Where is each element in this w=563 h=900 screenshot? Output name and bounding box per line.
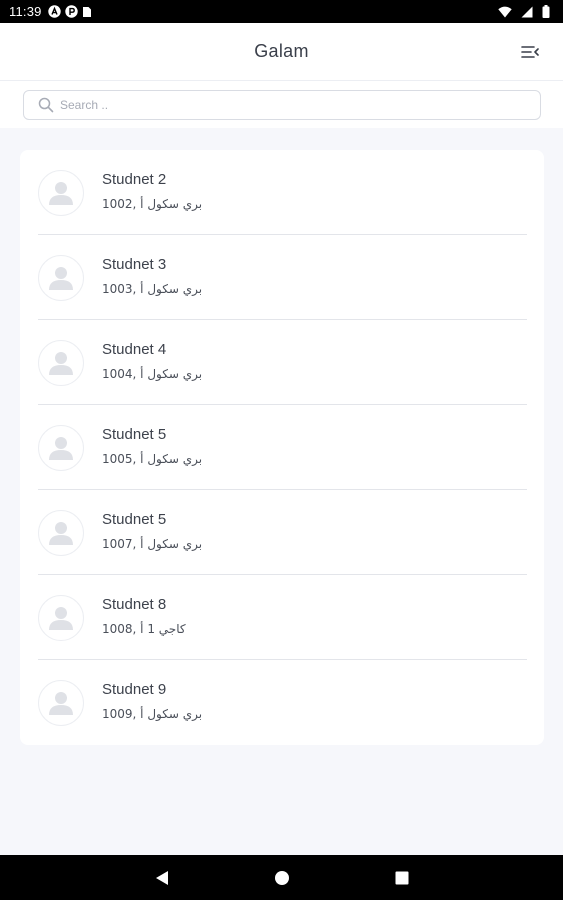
list-item[interactable]: Studnet 3 1003, بري سكول أ: [20, 235, 544, 320]
student-detail: 1003, بري سكول أ: [102, 282, 203, 296]
list-item[interactable]: Studnet 9 1009, بري سكول أ: [20, 660, 544, 745]
battery-icon: [542, 5, 550, 18]
status-right-icons: [498, 5, 554, 18]
notification-p-icon: [64, 5, 78, 18]
student-name: Studnet 8: [102, 596, 167, 613]
avatar: [38, 424, 84, 471]
sim-card-icon: [82, 6, 92, 18]
search-area: [0, 81, 563, 128]
user-avatar-icon: [49, 266, 73, 290]
student-name: Studnet 9: [102, 681, 167, 698]
list-item-text: Studnet 5 1007, بري سكول أ: [102, 511, 203, 551]
student-detail: 1007, بري سكول أ: [102, 537, 203, 551]
user-avatar-icon: [49, 606, 73, 630]
page-title: Galam: [254, 41, 309, 61]
signal-icon: [521, 6, 533, 18]
user-avatar-icon: [49, 521, 73, 545]
list-item-text: Studnet 2 1002, بري سكول أ: [102, 171, 203, 211]
search-icon: [38, 97, 54, 113]
student-detail: 1002, بري سكول أ: [102, 197, 203, 211]
search-box[interactable]: [23, 90, 541, 120]
user-avatar-icon: [49, 181, 73, 205]
avatar: [38, 509, 84, 556]
menu-button[interactable]: [519, 42, 541, 62]
avatar: [38, 679, 84, 726]
student-detail: 1008, كاجي 1 أ: [102, 622, 186, 636]
student-detail: 1009, بري سكول أ: [102, 707, 203, 721]
status-bar: 11:39: [0, 0, 563, 23]
user-avatar-icon: [49, 436, 73, 460]
student-name: Studnet 2: [102, 171, 167, 188]
avatar: [38, 594, 84, 641]
list-item-text: Studnet 8 1008, كاجي 1 أ: [102, 596, 186, 636]
recents-icon: [395, 871, 409, 885]
recents-button[interactable]: [392, 868, 412, 888]
user-avatar-icon: [49, 351, 73, 375]
back-button[interactable]: [152, 868, 172, 888]
app-screen: 11:39 Galam Search .. Studnet 2 1002, بر…: [0, 0, 563, 900]
wifi-icon: [498, 6, 512, 18]
notification-a-icon: [47, 5, 61, 18]
list-item[interactable]: Studnet 5 1005, بري سكول أ: [20, 405, 544, 490]
student-name: Studnet 3: [102, 256, 167, 273]
student-name: Studnet 4: [102, 341, 167, 358]
list-item-text: Studnet 4 1004, بري سكول أ: [102, 341, 203, 381]
avatar: [38, 339, 84, 386]
student-detail: 1005, بري سكول أ: [102, 452, 203, 466]
navigation-bar: [0, 855, 563, 900]
list-item[interactable]: Studnet 8 1008, كاجي 1 أ: [20, 575, 544, 660]
student-name: Studnet 5: [102, 426, 167, 443]
list-item[interactable]: Studnet 2 1002, بري سكول أ: [20, 150, 544, 235]
list-item[interactable]: Studnet 5 1007, بري سكول أ: [20, 490, 544, 575]
search-input[interactable]: [60, 98, 500, 112]
student-name: Studnet 5: [102, 511, 167, 528]
user-avatar-icon: [49, 691, 73, 715]
list-item-text: Studnet 9 1009, بري سكول أ: [102, 681, 203, 721]
student-list: Studnet 2 1002, بري سكول أ Studnet 3 100…: [20, 150, 544, 745]
avatar: [38, 169, 84, 216]
student-detail: 1004, بري سكول أ: [102, 367, 203, 381]
status-time: 11:39: [9, 4, 42, 19]
list-item-text: Studnet 5 1005, بري سكول أ: [102, 426, 203, 466]
list-item-text: Studnet 3 1003, بري سكول أ: [102, 256, 203, 296]
menu-collapse-icon: [521, 46, 539, 58]
app-header: Galam: [0, 23, 563, 81]
home-button[interactable]: [272, 868, 292, 888]
avatar: [38, 254, 84, 301]
back-icon: [156, 871, 168, 885]
home-icon: [275, 871, 289, 885]
list-item[interactable]: Studnet 4 1004, بري سكول أ: [20, 320, 544, 405]
